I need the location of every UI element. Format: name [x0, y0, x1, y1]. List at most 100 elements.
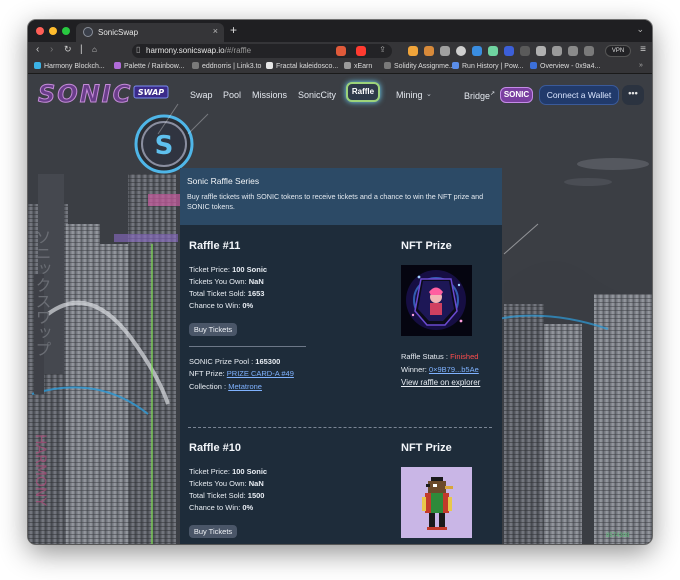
- bookmark-item[interactable]: Harmony Blockch...: [34, 62, 105, 70]
- tickets-own-row: Tickets You Own: NaN: [189, 479, 264, 488]
- total-sold-row: Total Ticket Sold: 1500: [189, 491, 265, 500]
- raffle-series-header: Sonic Raffle Series Buy raffle tickets w…: [180, 168, 502, 225]
- svg-text:ソニックスワップ: ソニックスワップ: [33, 229, 52, 357]
- bookmark-favicon-icon: [530, 62, 537, 69]
- nft-pixel-art: [401, 467, 472, 538]
- logo-swap-text: SWAP: [138, 88, 164, 97]
- nft-prize-title: NFT Prize: [401, 442, 452, 454]
- bookmark-favicon-icon: [266, 62, 273, 69]
- forward-icon[interactable]: ›: [50, 44, 53, 55]
- close-window-button[interactable]: [36, 27, 44, 35]
- wallet-icon[interactable]: [584, 46, 594, 56]
- bookmark-item[interactable]: Overview - 0x9a4...: [530, 62, 600, 70]
- bookmark-item[interactable]: xEarn: [344, 62, 372, 70]
- address-bar[interactable]: ▯ harmony.sonicswap.io/#/raffle ⇪: [132, 44, 392, 58]
- share-icon[interactable]: ⇪: [379, 45, 386, 54]
- bookmark-favicon-icon: [384, 62, 391, 69]
- menu-icon[interactable]: ≡: [640, 44, 646, 55]
- minimize-window-button[interactable]: [49, 27, 57, 35]
- buy-tickets-button[interactable]: Buy Tickets: [189, 525, 237, 538]
- logo-text: SONIC: [38, 80, 132, 108]
- nav-pool[interactable]: Pool: [223, 90, 241, 100]
- collection-row: Collection : Metatrone: [189, 382, 262, 391]
- tab-close-icon[interactable]: ×: [213, 26, 218, 36]
- tab-list-icon[interactable]: ⌄: [636, 24, 644, 35]
- svg-text:HARMONY: HARMONY: [32, 434, 48, 506]
- extension-green-icon[interactable]: [488, 46, 498, 56]
- extension-avatar-icon[interactable]: [456, 46, 466, 56]
- separator-icon: |: [80, 44, 83, 55]
- back-icon[interactable]: ‹: [36, 44, 39, 55]
- raffle-list: Raffle #11 Ticket Price: 100 Sonic Ticke…: [180, 225, 502, 544]
- bookmark-icon[interactable]: ▯: [136, 45, 140, 54]
- connect-wallet-button[interactable]: Connect a Wallet: [539, 85, 619, 105]
- bookmark-item[interactable]: Fractal kaleidosco...: [266, 62, 338, 70]
- raffle-title: Raffle #11: [189, 240, 241, 252]
- nav-mining[interactable]: Mining: [396, 90, 423, 100]
- bookmark-item[interactable]: Run History | Pow...: [452, 62, 523, 70]
- nav-missions[interactable]: Missions: [252, 90, 287, 100]
- brave-shield-icon[interactable]: [336, 46, 346, 56]
- nft-prize-row: NFT Prize: PRIZE CARD-A #49: [189, 369, 294, 378]
- chance-row: Chance to Win: 0%: [189, 503, 254, 512]
- section-divider: [189, 346, 306, 347]
- nav-bridge[interactable]: Bridge↗: [464, 90, 495, 101]
- view-raffle-explorer-link[interactable]: View raffle on explorer: [401, 378, 480, 387]
- extension-fox-icon[interactable]: [424, 46, 434, 56]
- vpn-button[interactable]: VPN: [605, 45, 631, 57]
- reload-icon[interactable]: ↻: [64, 44, 72, 55]
- raffle-divider: [188, 427, 492, 428]
- nft-prize-link[interactable]: PRIZE CARD-A #49: [227, 369, 294, 378]
- puzzle-icon[interactable]: [536, 46, 546, 56]
- extension-square-icon[interactable]: [520, 46, 530, 56]
- browser-window: SonicSwap × + ⌄ ‹ › ↻ | ⌂ ▯ harmony.soni…: [28, 20, 652, 544]
- series-description: Buy raffle tickets with SONIC tokens to …: [187, 192, 484, 211]
- favicon-icon: [83, 27, 93, 37]
- home-icon[interactable]: ⌂: [92, 45, 97, 54]
- version-indicator: 8574398: [606, 533, 630, 539]
- tab-bar: SonicSwap × + ⌄: [28, 20, 652, 42]
- bookmark-favicon-icon: [192, 62, 199, 69]
- winner-address-link[interactable]: 0×9B79...b5Ae: [429, 365, 479, 374]
- sonicswap-logo[interactable]: SONIC SWAP: [36, 78, 176, 108]
- ticket-price-row: Ticket Price: 100 Sonic: [189, 467, 268, 476]
- webpage: ソニックスワップ HARMONY S SONIC SWAP Swap Pool: [28, 74, 652, 544]
- nav-soniccity[interactable]: SonicCity: [298, 90, 336, 100]
- bookmark-favicon-icon: [452, 62, 459, 69]
- bookmark-item[interactable]: Solidity Assignme...: [384, 62, 455, 70]
- nft-prize-image[interactable]: [401, 467, 472, 538]
- new-tab-button[interactable]: +: [230, 23, 237, 37]
- series-title: Sonic Raffle Series: [187, 176, 260, 186]
- total-sold-row: Total Ticket Sold: 1653: [189, 289, 265, 298]
- winner-row: Winner: 0×9B79...b5Ae: [401, 365, 479, 374]
- extension-metamask-icon[interactable]: [408, 46, 418, 56]
- collection-link[interactable]: Metatrone: [228, 382, 262, 391]
- rewards-icon[interactable]: [356, 46, 366, 56]
- url-text[interactable]: harmony.sonicswap.io/#/raffle: [146, 46, 251, 55]
- more-bookmarks-icon[interactable]: »: [639, 62, 643, 69]
- chevron-down-icon[interactable]: ⌄: [426, 90, 432, 98]
- extension-wallet-icon[interactable]: [504, 46, 514, 56]
- bookmark-item[interactable]: Palette / Rainbow...: [114, 62, 184, 70]
- extension-icon[interactable]: [440, 46, 450, 56]
- sonic-token-badge[interactable]: SONIC: [500, 87, 533, 103]
- sonic-emblem-letter: S: [155, 131, 174, 161]
- bookmark-favicon-icon: [114, 62, 121, 69]
- maximize-window-button[interactable]: [62, 27, 70, 35]
- nft-prize-image[interactable]: [401, 265, 472, 336]
- download-icon[interactable]: [552, 46, 562, 56]
- browser-tab[interactable]: SonicSwap ×: [76, 23, 224, 42]
- more-options-button[interactable]: •••: [622, 85, 644, 105]
- status-badge: Finished: [450, 352, 479, 361]
- nav-swap[interactable]: Swap: [190, 90, 213, 100]
- nav-raffle[interactable]: Raffle: [346, 82, 380, 102]
- raffle-title: Raffle #10: [189, 442, 241, 454]
- bookmarks-bar: Harmony Blockch... Palette / Rainbow... …: [28, 60, 652, 74]
- sidebar-icon[interactable]: [568, 46, 578, 56]
- tickets-own-row: Tickets You Own: NaN: [189, 277, 264, 286]
- buy-tickets-button[interactable]: Buy Tickets: [189, 323, 237, 336]
- bookmark-item[interactable]: eddnorris | Link3.to: [192, 62, 261, 70]
- bookmark-favicon-icon: [34, 62, 41, 69]
- nft-card-art: [401, 265, 472, 336]
- extension-blue-icon[interactable]: [472, 46, 482, 56]
